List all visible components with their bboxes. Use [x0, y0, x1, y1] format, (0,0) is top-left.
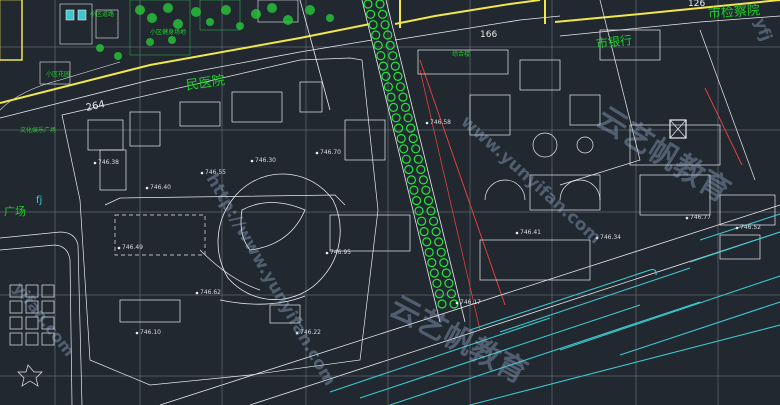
tree-symbol [378, 9, 388, 19]
label-complex: 综合楼 [452, 51, 471, 58]
label-left-tag: fj [36, 195, 43, 206]
tree-symbol [404, 164, 414, 175]
tree-symbol [408, 133, 418, 144]
elevation-dot [325, 251, 329, 255]
elev-label: 746.40 [150, 184, 171, 191]
cad-viewport[interactable]: 民医院 市检察院 市银行 广场 fj 264 166 126 小区道路 小区健身… [0, 0, 780, 405]
tree-symbol [419, 227, 429, 237]
tree-symbol [385, 40, 395, 51]
label-plaza: 文化娱乐广场 [20, 127, 57, 134]
elev-label: 746.58 [430, 119, 451, 126]
tree-symbol [411, 144, 421, 154]
tree-symbol [413, 154, 423, 164]
tree-symbol [422, 237, 432, 247]
tree-symbol [396, 133, 406, 144]
tree-symbol [393, 71, 403, 82]
tree-symbol [363, 0, 373, 9]
tree-symbol [434, 237, 444, 247]
tree-symbol [400, 102, 411, 113]
tree-symbol [427, 258, 437, 268]
tree-symbol [375, 0, 385, 9]
label-city-bank: 市银行 [595, 33, 633, 51]
elev-label: 746.38 [98, 159, 119, 166]
tree-symbol [421, 185, 431, 195]
label-fitness-area: 小区健身场地 [150, 29, 187, 36]
lot-number-126: 126 [688, 0, 706, 9]
elevation-dot [425, 121, 429, 125]
tree-symbol [373, 40, 383, 51]
elevation-dot [135, 331, 139, 335]
tree-symbol [441, 268, 451, 278]
elevation-dot [195, 291, 199, 295]
tree-symbol [436, 247, 446, 257]
tree-symbol [401, 154, 411, 164]
tree-symbol [424, 247, 434, 257]
elev-label: 746.41 [520, 229, 541, 236]
tree-symbol [444, 278, 454, 288]
tree-symbol [383, 82, 393, 92]
tree-symbol [366, 9, 376, 19]
label-square: 广场 [4, 205, 26, 218]
elev-label: 746.62 [200, 289, 221, 296]
avenue-trees [363, 0, 459, 309]
tree-symbol [416, 164, 426, 175]
elevation-dot [145, 186, 149, 190]
elev-label: 746.49 [122, 244, 143, 251]
elevation-dot [315, 151, 319, 155]
label-small-road: 小区道路 [90, 11, 115, 18]
label-garden: 小区花园 [46, 71, 71, 78]
tree-symbol [446, 289, 456, 299]
tree-symbol [403, 113, 413, 123]
elevation-dot [117, 246, 121, 250]
elev-label: 746.52 [740, 224, 761, 231]
elevation-dot [250, 159, 254, 163]
tree-symbol [423, 196, 434, 206]
tree-symbol [406, 123, 416, 133]
tree-symbol [432, 278, 442, 288]
site-plan-drawing [0, 0, 780, 405]
tree-symbol [388, 51, 398, 61]
elev-label: 746.34 [600, 234, 621, 241]
tree-symbol [414, 206, 424, 216]
elevation-dot [455, 301, 459, 305]
grid-lines [0, 0, 780, 405]
elevation-dot [93, 161, 97, 165]
tree-symbol [390, 61, 400, 71]
elev-label: 746.95 [330, 249, 351, 256]
tree-symbol [418, 175, 428, 185]
elev-label: 746.77 [690, 214, 711, 221]
tree-symbol [394, 123, 404, 133]
tree-symbol [376, 51, 386, 61]
tree-symbol [406, 175, 416, 185]
tree-symbol [429, 268, 439, 278]
elevation-dot [200, 171, 204, 175]
tree-symbol [439, 258, 449, 268]
elev-label: 746.70 [320, 149, 341, 156]
elevation-dot [735, 226, 739, 230]
tree-symbol [383, 30, 393, 40]
tree-symbol [371, 30, 381, 40]
label-procuratorate: 市检察院 [707, 3, 761, 22]
tree-symbol [431, 227, 441, 237]
tree-symbol [417, 216, 427, 226]
elev-label: 746.10 [140, 329, 161, 336]
tree-symbol [426, 206, 436, 216]
tree-symbol [378, 61, 388, 71]
elevation-dot [685, 216, 689, 220]
tree-symbol [429, 216, 439, 226]
tree-symbol [391, 113, 401, 123]
tree-symbol [395, 82, 405, 92]
tree-symbol [368, 20, 378, 30]
tree-symbol [398, 92, 408, 102]
elev-label: 746.17 [460, 299, 481, 306]
tree-symbol [388, 102, 399, 113]
elev-label: 746.30 [255, 157, 276, 164]
tree-symbol [399, 144, 409, 154]
tree-symbol [381, 71, 391, 82]
tree-symbol [434, 289, 444, 299]
lot-number-166: 166 [480, 30, 498, 40]
tree-symbol [409, 185, 419, 195]
elevation-dot [515, 231, 519, 235]
tree-symbol [411, 196, 422, 206]
